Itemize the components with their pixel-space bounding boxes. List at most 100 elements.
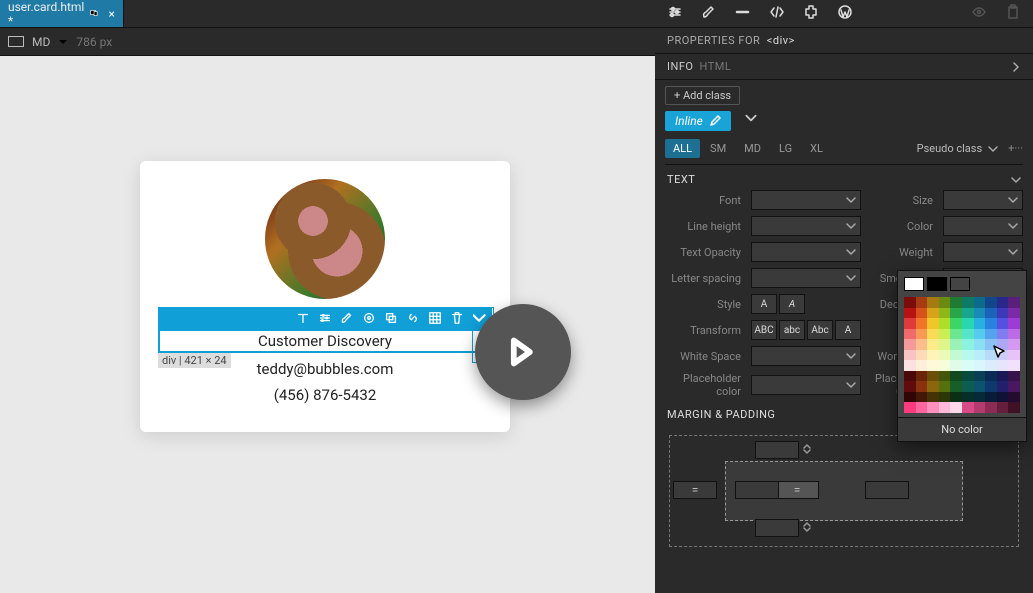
color-picker-popover[interactable]: No color	[897, 270, 1027, 442]
properties-tab-icon[interactable]	[667, 4, 683, 23]
color-swatch[interactable]	[950, 402, 962, 413]
color-swatch[interactable]	[927, 360, 939, 371]
class-chip[interactable]: Inline	[665, 111, 731, 131]
style-button[interactable]: A	[779, 294, 805, 314]
more-breakpoints[interactable]: +···	[1008, 142, 1023, 155]
user-card[interactable]: Customer Discovery div | 421 × 24 teddy@…	[140, 161, 510, 432]
color-swatch[interactable]	[950, 392, 962, 403]
property-select[interactable]	[751, 346, 861, 366]
transform-button[interactable]: abc	[779, 320, 805, 340]
plugin-tab-icon[interactable]	[803, 4, 819, 23]
color-swatch[interactable]	[962, 308, 974, 319]
color-swatch[interactable]	[985, 297, 997, 308]
brush-icon[interactable]	[340, 311, 354, 325]
trash-icon[interactable]	[450, 311, 464, 325]
color-swatch[interactable]	[962, 339, 974, 350]
padding-left-input[interactable]	[735, 481, 779, 499]
transform-button[interactable]: Abc	[807, 320, 833, 340]
property-select[interactable]	[751, 216, 861, 236]
no-color-button[interactable]: No color	[898, 417, 1026, 441]
property-select[interactable]	[943, 242, 1023, 262]
info-section[interactable]: INFOHTML	[655, 54, 1033, 80]
color-swatch[interactable]	[962, 297, 974, 308]
color-swatch[interactable]	[939, 329, 951, 340]
property-select[interactable]	[751, 375, 861, 395]
color-swatch[interactable]	[927, 297, 939, 308]
add-class-button[interactable]: + Add class	[665, 86, 740, 105]
color-swatch[interactable]	[1008, 308, 1020, 319]
color-swatch[interactable]	[904, 381, 916, 392]
color-swatch[interactable]	[1008, 318, 1020, 329]
color-swatch[interactable]	[1008, 297, 1020, 308]
color-swatch[interactable]	[939, 381, 951, 392]
color-swatch[interactable]	[985, 329, 997, 340]
color-swatch[interactable]	[962, 318, 974, 329]
color-swatch[interactable]	[962, 392, 974, 403]
color-swatch[interactable]	[927, 329, 939, 340]
color-swatch[interactable]	[962, 350, 974, 361]
color-swatch[interactable]	[974, 297, 986, 308]
duplicate-icon[interactable]	[384, 311, 398, 325]
margin-padding-editor[interactable]	[665, 431, 1023, 551]
color-swatch[interactable]	[974, 381, 986, 392]
color-swatch[interactable]	[985, 371, 997, 382]
color-swatch[interactable]	[916, 402, 928, 413]
avatar-image[interactable]	[265, 179, 385, 299]
color-swatch[interactable]	[985, 350, 997, 361]
color-swatch[interactable]	[1008, 402, 1020, 413]
color-swatch[interactable]	[1008, 360, 1020, 371]
chip-menu[interactable]	[744, 111, 758, 125]
color-swatch[interactable]	[962, 360, 974, 371]
color-swatch[interactable]	[974, 360, 986, 371]
color-swatch[interactable]	[927, 371, 939, 382]
brush-tab-icon[interactable]	[701, 4, 717, 23]
color-swatch[interactable]	[939, 392, 951, 403]
color-swatch[interactable]	[997, 402, 1009, 413]
color-swatch[interactable]	[927, 308, 939, 319]
color-swatch[interactable]	[927, 381, 939, 392]
margin-top-input[interactable]	[755, 441, 799, 459]
color-swatch[interactable]	[950, 308, 962, 319]
color-swatch[interactable]	[997, 297, 1009, 308]
color-swatch[interactable]	[974, 339, 986, 350]
link-icon[interactable]	[406, 311, 420, 325]
color-swatch[interactable]	[997, 371, 1009, 382]
color-swatch[interactable]	[997, 318, 1009, 329]
clipboard-icon[interactable]	[1005, 4, 1021, 23]
color-swatch[interactable]	[927, 392, 939, 403]
wordpress-icon[interactable]	[837, 4, 853, 23]
color-swatch[interactable]	[985, 360, 997, 371]
color-swatch[interactable]	[916, 381, 928, 392]
property-select[interactable]	[751, 268, 861, 288]
color-swatch[interactable]	[939, 318, 951, 329]
target-icon[interactable]	[362, 311, 376, 325]
color-swatch[interactable]	[950, 339, 962, 350]
color-swatch[interactable]	[997, 381, 1009, 392]
grid-icon[interactable]	[428, 311, 442, 325]
color-swatch[interactable]	[916, 392, 928, 403]
color-swatch[interactable]	[985, 392, 997, 403]
canvas[interactable]: Customer Discovery div | 421 × 24 teddy@…	[0, 56, 655, 593]
color-swatch[interactable]	[985, 381, 997, 392]
color-swatch[interactable]	[904, 339, 916, 350]
color-swatch[interactable]	[985, 308, 997, 319]
breakpoint-tab-lg[interactable]: LG	[771, 139, 800, 158]
color-swatch[interactable]	[939, 339, 951, 350]
color-swatch[interactable]	[950, 371, 962, 382]
color-swatch[interactable]	[904, 329, 916, 340]
color-swatch[interactable]	[1008, 371, 1020, 382]
color-swatch[interactable]	[974, 371, 986, 382]
breakpoint-tab-md[interactable]: MD	[736, 139, 769, 158]
property-select[interactable]	[943, 190, 1023, 210]
color-swatch[interactable]	[1008, 381, 1020, 392]
color-swatch[interactable]	[939, 360, 951, 371]
code-tab-icon[interactable]	[735, 4, 751, 23]
color-swatch[interactable]	[974, 329, 986, 340]
element-toolbar[interactable]	[158, 307, 492, 329]
color-swatch[interactable]	[916, 350, 928, 361]
color-swatch[interactable]	[916, 339, 928, 350]
color-swatch[interactable]	[950, 318, 962, 329]
color-swatch[interactable]	[916, 360, 928, 371]
close-tab-icon[interactable]: ×	[105, 7, 115, 21]
breakpoint-tab-all[interactable]: ALL	[665, 139, 700, 158]
